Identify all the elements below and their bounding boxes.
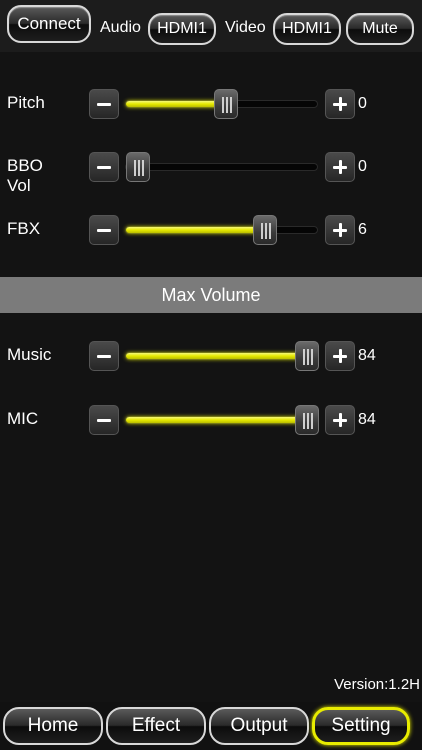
grip-line [269, 223, 271, 239]
tab-home[interactable]: Home [3, 707, 103, 745]
fbx-value: 6 [358, 221, 367, 238]
music-slider-fill [126, 353, 307, 359]
bbo-vol-value: 0 [358, 158, 367, 175]
slider-grip-icon[interactable] [126, 152, 150, 182]
bbo-vol-increase-button[interactable] [325, 152, 355, 182]
pitch-value: 0 [358, 95, 367, 112]
grip-line [222, 97, 224, 113]
mic-increase-button[interactable] [325, 405, 355, 435]
slider-grip-icon[interactable] [295, 341, 319, 371]
bbo-vol-decrease-button[interactable] [89, 152, 119, 182]
fbx-label: FBX [7, 219, 41, 238]
minus-icon [97, 419, 111, 422]
pitch-decrease-button[interactable] [89, 89, 119, 119]
grip-line [307, 349, 309, 365]
grip-line [311, 349, 313, 365]
mic-label: MIC [7, 409, 39, 428]
minus-icon [97, 355, 111, 358]
top-bar: Connect Audio HDMI1 Video HDMI1 Mute [0, 0, 422, 52]
pitch-slider-fill [126, 101, 226, 107]
grip-line [311, 413, 313, 429]
music-label: Music [7, 345, 52, 364]
mic-slider[interactable] [125, 405, 319, 435]
tab-output[interactable]: Output [209, 707, 309, 745]
bbo-vol-slider[interactable] [125, 152, 318, 182]
fbx-decrease-button[interactable] [89, 215, 119, 245]
minus-icon [97, 103, 111, 106]
version-label: Version:1.2H [334, 676, 420, 693]
slider-grip-icon[interactable] [253, 215, 277, 245]
grip-line [226, 97, 228, 113]
grip-line [138, 160, 140, 176]
audio-label: Audio [100, 19, 141, 36]
grip-line [230, 97, 232, 113]
minus-icon [97, 229, 111, 232]
mute-button[interactable]: Mute [346, 13, 414, 45]
grip-line [142, 160, 144, 176]
pitch-label: Pitch [7, 93, 45, 112]
minus-icon [97, 166, 111, 169]
video-source-button[interactable]: HDMI1 [273, 13, 341, 45]
music-decrease-button[interactable] [89, 341, 119, 371]
tab-effect[interactable]: Effect [106, 707, 206, 745]
grip-line [265, 223, 267, 239]
pitch-increase-button[interactable] [325, 89, 355, 119]
music-increase-button[interactable] [325, 341, 355, 371]
grip-line [261, 223, 263, 239]
slider-grip-icon[interactable] [295, 405, 319, 435]
fbx-increase-button[interactable] [325, 215, 355, 245]
pitch-slider[interactable] [125, 89, 318, 119]
fbx-slider[interactable] [125, 215, 318, 245]
mic-decrease-button[interactable] [89, 405, 119, 435]
mic-value: 84 [358, 411, 376, 428]
fbx-slider-fill [126, 227, 265, 233]
grip-line [303, 349, 305, 365]
video-label: Video [225, 19, 266, 36]
audio-source-button[interactable]: HDMI1 [148, 13, 216, 45]
grip-line [134, 160, 136, 176]
music-slider[interactable] [125, 341, 319, 371]
grip-line [303, 413, 305, 429]
tab-setting[interactable]: Setting [312, 707, 410, 745]
connect-button[interactable]: Connect [7, 5, 91, 43]
slider-grip-icon[interactable] [214, 89, 238, 119]
grip-line [307, 413, 309, 429]
max-volume-header: Max Volume [0, 277, 422, 313]
mic-slider-fill [126, 417, 307, 423]
bbo-vol-label: BBO Vol [7, 156, 43, 195]
music-value: 84 [358, 347, 376, 364]
